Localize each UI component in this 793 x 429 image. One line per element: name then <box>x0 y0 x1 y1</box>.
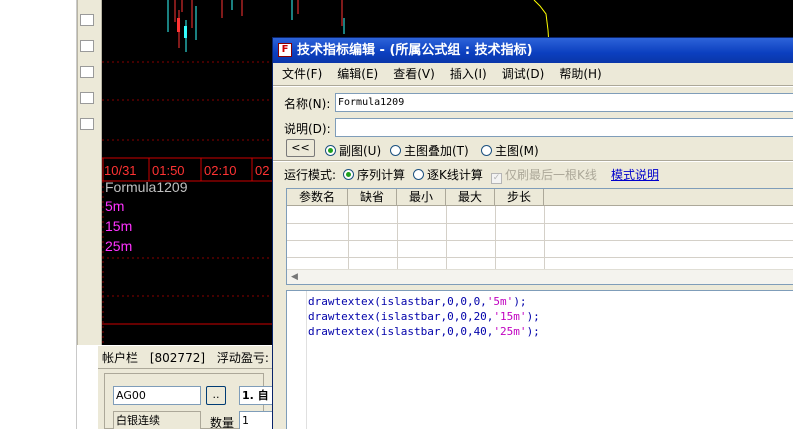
radio-icon <box>325 145 336 156</box>
run-mode-sequential[interactable]: 序列计算 <box>343 166 405 183</box>
account-id: [802772] <box>149 351 206 365</box>
time-tick: 01:50 <box>152 163 185 178</box>
menu-debug[interactable]: 调试(D) <box>493 64 551 84</box>
collapse-button[interactable]: << <box>286 139 315 157</box>
formula-app-icon: F <box>278 43 292 57</box>
mode-help-link[interactable]: 模式说明 <box>611 166 659 183</box>
time-tick: 02 <box>255 163 270 178</box>
floating-pnl-label: 浮动盈亏: <box>216 351 269 365</box>
editor-gutter <box>287 291 307 429</box>
display-option-main-overlay[interactable]: 主图叠加(T) <box>390 142 469 159</box>
time-tick: 02:10 <box>204 163 237 178</box>
name-label: 名称(N): <box>284 97 331 111</box>
radio-icon <box>413 169 424 180</box>
parameter-table-header: 参数名 缺省 最小 最大 步长 <box>287 189 793 206</box>
display-option-sub-chart[interactable]: 副图(U) <box>325 142 381 159</box>
toolbar-square-button[interactable] <box>80 118 94 130</box>
radio-icon <box>481 145 492 156</box>
name-input[interactable]: Formula1209 <box>335 93 793 112</box>
menu-separator <box>273 85 793 87</box>
toolbar-square-button[interactable] <box>80 66 94 78</box>
menu-insert[interactable]: 插入(I) <box>441 64 493 84</box>
checkbox-icon: ✓ <box>491 173 502 184</box>
indicator-editor-dialog: F 技术指标编辑 - (所属公式组 : 技术指标) 文件(F) 编辑(E) 查看(V… <box>272 37 793 429</box>
menu-edit[interactable]: 编辑(E) <box>328 64 384 84</box>
scroll-left-icon[interactable]: ◀ <box>287 270 302 284</box>
column-header[interactable]: 参数名 <box>287 189 348 206</box>
parameter-table[interactable]: 参数名 缺省 最小 最大 步长 ◀ <box>286 188 793 285</box>
column-header[interactable]: 最大 <box>446 189 495 206</box>
display-option-main-chart[interactable]: 主图(M) <box>481 142 539 159</box>
run-mode-label: 运行模式: <box>284 168 337 182</box>
browse-contract-button[interactable]: .. <box>206 386 226 405</box>
dialog-title: 技术指标编辑 - (所属公式组 : 技术指标) <box>297 43 533 58</box>
quantity-label: 数量 <box>210 416 235 429</box>
code-line: drawtextex(islastbar,0,0,20,'15m'); <box>308 310 540 323</box>
menu-help[interactable]: 帮助(H) <box>550 64 607 84</box>
side-toolbar <box>77 0 102 345</box>
column-header[interactable]: 最小 <box>397 189 446 206</box>
horizontal-scrollbar[interactable]: ◀ <box>287 269 793 284</box>
radio-icon <box>343 169 354 180</box>
radio-icon <box>390 145 401 156</box>
last-bar-only-checkbox: ✓ 仅刷最后一根K线 <box>491 168 597 184</box>
menu-view[interactable]: 查看(V) <box>384 64 441 84</box>
code-line: drawtextex(islastbar,0,0,40,'25m'); <box>308 325 540 338</box>
screen: 10/31 01:50 02:10 02 Formula1209 5m 15m … <box>0 0 793 429</box>
toolbar-square-button[interactable] <box>80 14 94 26</box>
menu-bar: 文件(F) 编辑(E) 查看(V) 插入(I) 调试(D) 帮助(H) <box>273 64 793 84</box>
run-mode-per-bar[interactable]: 逐K线计算 <box>413 166 483 183</box>
description-label: 说明(D): <box>284 122 331 136</box>
formula-name-label: Formula1209 <box>105 179 188 195</box>
overlay-label-5m: 5m <box>105 198 125 214</box>
time-tick: 10/31 <box>104 163 137 178</box>
code-editor[interactable]: drawtextex(islastbar,0,0,0,'5m'); drawtex… <box>286 290 793 429</box>
description-input[interactable] <box>335 118 793 137</box>
contract-name: 白银连续 <box>113 411 201 429</box>
column-header[interactable]: 步长 <box>495 189 544 206</box>
toolbar-square-button[interactable] <box>80 92 94 104</box>
overlay-label-25m: 25m <box>105 238 133 254</box>
left-panel <box>0 0 77 429</box>
code-line: drawtextex(islastbar,0,0,0,'5m'); <box>308 295 527 308</box>
column-header[interactable]: 缺省 <box>348 189 397 206</box>
code-text: drawtextex(islastbar,0,0,0,'5m'); drawtex… <box>308 294 540 339</box>
menu-file[interactable]: 文件(F) <box>273 64 328 84</box>
overlay-label-15m: 15m <box>105 218 133 234</box>
toolbar-square-button[interactable] <box>80 40 94 52</box>
dialog-titlebar[interactable]: F 技术指标编辑 - (所属公式组 : 技术指标) <box>273 38 793 63</box>
account-bar-label: 帐户栏 <box>102 351 139 365</box>
contract-code-input[interactable]: AG00 <box>113 386 201 405</box>
section-separator <box>273 160 793 162</box>
